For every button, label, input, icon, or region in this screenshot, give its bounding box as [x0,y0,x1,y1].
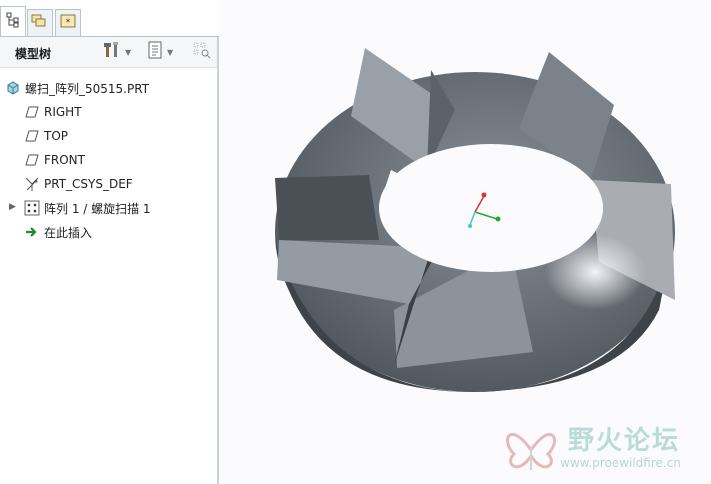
forum-watermark: 野火论坛 www.proewildfire.cn [498,416,708,482]
show-list-icon [147,41,163,63]
expand-arrow-icon[interactable]: ▶ [9,202,16,212]
navigator-tabs: * [0,0,219,38]
datum-plane-icon [24,128,40,144]
datum-plane-icon [24,152,40,168]
tree-item-label: TOP [44,129,69,143]
model-tree-header: 模型树 ▼ ▼ [0,37,217,68]
tab-favorites[interactable]: * [55,9,81,36]
coordinate-system-icon: * [24,176,40,192]
watermark-text: 野火论坛 [568,426,681,456]
tree-item-pattern[interactable]: 阵列 1 / 螺旋扫描 1 [24,197,241,219]
folder-browser-icon [31,13,49,33]
tree-item-label: PRT_CSYS_DEF [44,177,133,191]
tree-root[interactable]: 螺扫_阵列_50515.PRT [5,77,222,99]
svg-text:*: * [66,18,71,28]
settings-button[interactable]: ▼ [103,42,131,62]
butterfly-logo-icon [500,420,562,482]
show-button[interactable]: ▼ [147,41,174,63]
chevron-down-icon: ▼ [125,47,132,57]
tree-root-label: 螺扫_阵列_50515.PRT [25,81,150,96]
favorites-icon: * [59,13,77,33]
tree-item-label: FRONT [44,153,85,167]
tree-item-right[interactable]: RIGHT [24,101,241,123]
tree-item-top[interactable]: TOP [24,125,241,147]
tree-item-label: 在此插入 [44,225,93,240]
svg-text:*: * [35,179,39,187]
part-icon [5,80,21,96]
tree-item-csys[interactable]: * PRT_CSYS_DEF [24,173,241,195]
watermark-url: www.proewildfire.cn [560,456,681,470]
filter-icon [192,41,212,63]
insert-here-arrow-icon [24,224,40,240]
model-tree-panel: 模型树 ▼ ▼ 螺扫_阵列_50515.PRT RIGHT TOP FRONT … [0,37,219,484]
tree-item-label: RIGHT [44,105,82,119]
tree-item-front[interactable]: FRONT [24,149,241,171]
graphics-viewport[interactable]: 野火论坛 www.proewildfire.cn [219,0,711,484]
pattern-icon [24,200,40,216]
model-tree-icon [6,12,20,32]
helical-sweep-part-model[interactable] [219,0,711,484]
datum-plane-icon [24,104,40,120]
settings-tools-icon [103,41,121,63]
tree-item-insert-here[interactable]: 在此插入 [24,221,241,243]
chevron-down-icon: ▼ [167,47,174,57]
tab-folder-browser[interactable] [27,9,53,36]
tree-item-label: 阵列 1 / 螺旋扫描 1 [44,201,151,216]
panel-title: 模型树 [15,47,52,61]
tab-model-tree[interactable] [0,6,26,37]
filter-button[interactable] [192,42,212,62]
